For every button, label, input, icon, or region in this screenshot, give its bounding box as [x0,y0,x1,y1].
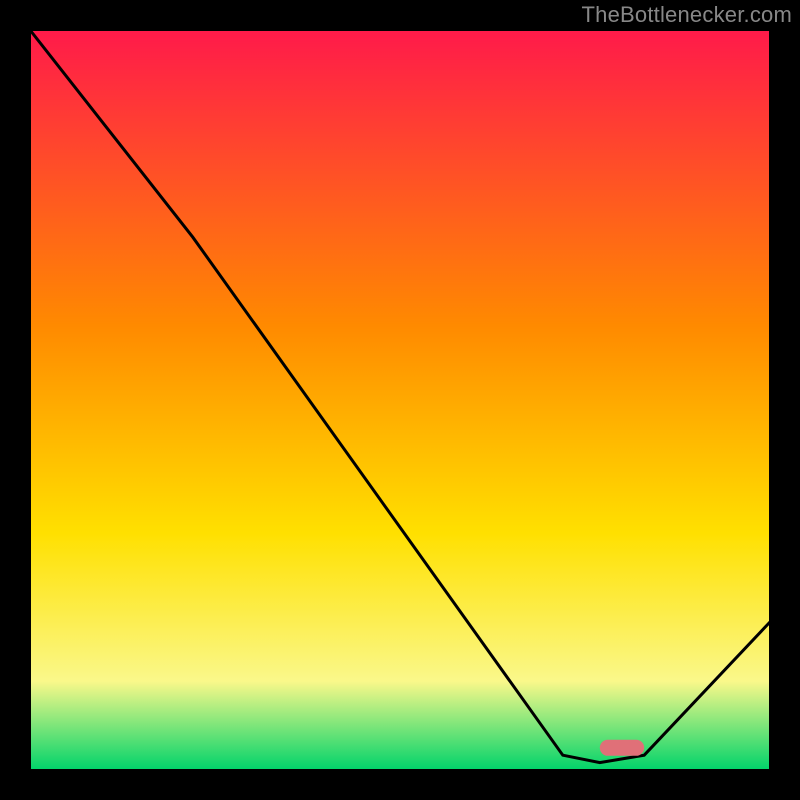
gradient-background [30,30,770,770]
bottleneck-chart [30,30,770,770]
optimal-marker [600,740,644,756]
chart-container: { "attribution": "TheBottlenecker.com", … [0,0,800,800]
attribution-text: TheBottlenecker.com [582,2,792,28]
